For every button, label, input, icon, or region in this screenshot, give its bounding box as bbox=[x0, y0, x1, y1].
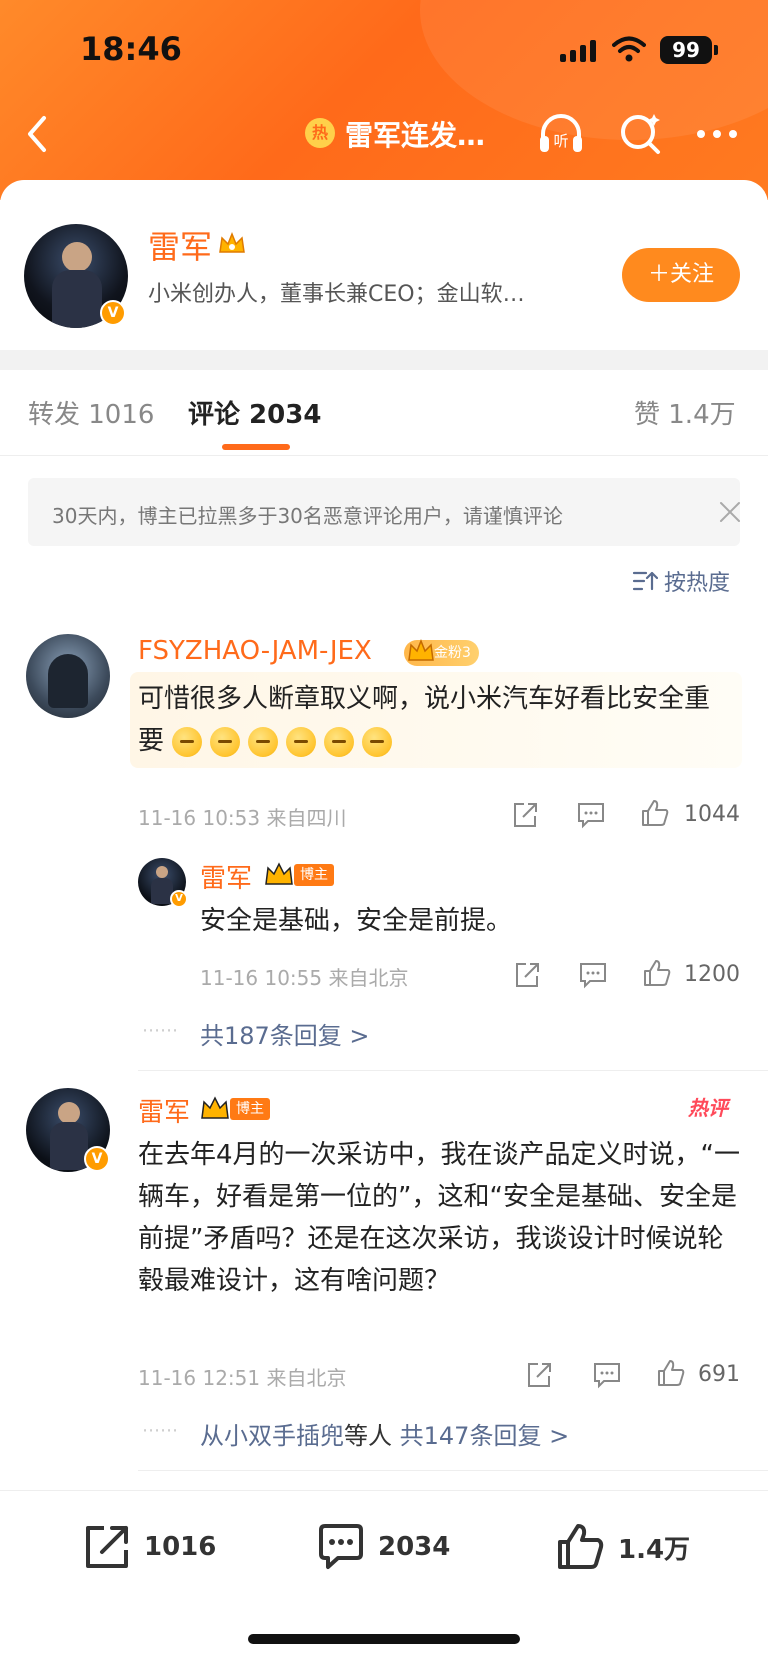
fan-badge-label: 金粉3 bbox=[434, 645, 471, 661]
verified-badge: V bbox=[170, 890, 188, 908]
search-icon[interactable] bbox=[616, 108, 664, 158]
reply-from-suffix: 等人 bbox=[344, 1422, 392, 1450]
hot-badge: 热 bbox=[305, 118, 335, 148]
tab-likes[interactable]: 赞 1.4万 bbox=[634, 394, 736, 431]
comment-icon[interactable] bbox=[578, 960, 608, 990]
more-replies-count[interactable]: 共147条回复 > bbox=[400, 1422, 570, 1450]
like-count: 1044 bbox=[684, 802, 740, 827]
owner-badge: 博主 bbox=[200, 1096, 270, 1122]
thinking-emoji-icons bbox=[172, 726, 400, 757]
svg-text:听: 听 bbox=[553, 132, 568, 150]
like-icon[interactable] bbox=[656, 1358, 686, 1388]
tab-reposts[interactable]: 转发 1016 bbox=[28, 394, 154, 431]
author-name[interactable]: 雷军 bbox=[148, 222, 212, 268]
reply-text: 安全是基础，安全是前提。 bbox=[200, 906, 513, 936]
crown-icon bbox=[408, 638, 434, 661]
comment-icon[interactable] bbox=[576, 800, 606, 830]
comment-time: 11-16 10:53 bbox=[138, 806, 261, 830]
sort-button[interactable]: 按热度 bbox=[632, 566, 730, 596]
like-icon[interactable] bbox=[642, 958, 672, 988]
reply-time: 11-16 10:55 bbox=[200, 966, 323, 990]
reply-like-count: 1200 bbox=[684, 962, 740, 987]
like-icon[interactable] bbox=[640, 798, 670, 828]
more-replies-link[interactable]: 从小双手插兜等人 共147条回复 > bbox=[200, 1416, 569, 1451]
comment-icon bbox=[319, 1524, 363, 1569]
share-icon[interactable] bbox=[510, 800, 540, 830]
owner-badge-label: 博主 bbox=[230, 1098, 270, 1120]
home-indicator bbox=[248, 1634, 520, 1644]
verified-badge: V bbox=[84, 1146, 110, 1172]
comment-meta: 11-16 12:51 来自北京 bbox=[138, 1362, 346, 1391]
section-divider bbox=[0, 350, 768, 370]
cellular-signal-icon bbox=[560, 38, 596, 62]
crown-icon bbox=[201, 1096, 229, 1119]
owner-badge: 博主 bbox=[264, 862, 334, 888]
crown-icon bbox=[265, 862, 293, 885]
author-description: 小米创办人，董事长兼CEO；金山软… bbox=[148, 282, 525, 307]
comment-time: 11-16 12:51 bbox=[138, 1366, 261, 1390]
reply-author-name[interactable]: 雷军 bbox=[200, 858, 252, 895]
like-button[interactable]: 1.4万 bbox=[556, 1517, 690, 1577]
notice-banner: 30天内，博主已拉黑多于30名恶意评论用户，请谨慎评论 bbox=[28, 478, 740, 546]
close-icon[interactable] bbox=[718, 500, 742, 524]
notice-text: 30天内，博主已拉黑多于30名恶意评论用户，请谨慎评论 bbox=[52, 504, 563, 528]
share-icon[interactable] bbox=[524, 1360, 554, 1390]
comment-divider bbox=[138, 1470, 768, 1471]
battery-icon: 99 bbox=[660, 36, 718, 64]
active-tab-indicator bbox=[222, 444, 290, 450]
back-icon[interactable] bbox=[18, 112, 58, 156]
reply-from-user[interactable]: 从小双手插兜 bbox=[200, 1422, 344, 1450]
like-total: 1.4万 bbox=[618, 1534, 691, 1565]
reply-meta: 11-16 10:55 来自北京 bbox=[200, 962, 408, 991]
like-icon bbox=[558, 1524, 604, 1569]
verified-badge: V bbox=[100, 300, 126, 326]
repost-icon bbox=[86, 1526, 128, 1568]
comment-icon[interactable] bbox=[592, 1360, 622, 1390]
status-time: 18:46 bbox=[80, 30, 182, 68]
like-count: 691 bbox=[698, 1362, 740, 1387]
more-replies-link[interactable]: 共187条回复 > bbox=[200, 1016, 370, 1051]
comment-location: 来自北京 bbox=[266, 1366, 347, 1390]
dots-icon: ⋯⋯ bbox=[142, 1420, 178, 1441]
tab-comments[interactable]: 评论 2034 bbox=[188, 394, 321, 431]
nav-title[interactable]: 雷军连发… bbox=[345, 114, 485, 154]
comment-meta: 11-16 10:53 来自四川 bbox=[138, 802, 346, 831]
commenter-name[interactable]: FSYZHAO-JAM-JEX bbox=[138, 636, 372, 666]
fan-level-badge: 金粉3 bbox=[404, 638, 479, 666]
comment-button[interactable]: 2034 bbox=[316, 1517, 450, 1577]
repost-count: 1016 bbox=[144, 1532, 217, 1562]
wifi-icon bbox=[612, 36, 646, 62]
comment-text: 在去年4月的一次采访中，我在谈产品定义时说，“一辆车，好看是第一位的”，这和“安… bbox=[138, 1140, 741, 1296]
comment-location: 来自四川 bbox=[266, 806, 347, 830]
owner-badge-label: 博主 bbox=[294, 864, 334, 886]
more-icon[interactable] bbox=[692, 114, 742, 154]
sort-icon bbox=[632, 571, 658, 591]
listen-icon[interactable]: 听 bbox=[535, 108, 587, 158]
repost-button[interactable]: 1016 bbox=[82, 1517, 216, 1577]
tab-bar: 转发 1016 评论 2034 赞 1.4万 bbox=[0, 370, 768, 456]
dots-icon: ⋯⋯ bbox=[142, 1020, 178, 1041]
header: 18:46 99 热 雷军连发… 听 bbox=[0, 0, 768, 200]
sort-label: 按热度 bbox=[664, 571, 731, 596]
author-profile[interactable]: V 雷军 小米创办人，董事长兼CEO；金山软… ＋关注 bbox=[0, 200, 768, 350]
crown-icon bbox=[219, 231, 245, 253]
comment-count: 2034 bbox=[378, 1532, 451, 1562]
share-icon[interactable] bbox=[512, 960, 542, 990]
commenter-avatar[interactable] bbox=[26, 634, 110, 718]
commenter-name[interactable]: 雷军 bbox=[138, 1092, 190, 1129]
comment-divider bbox=[138, 1070, 768, 1071]
nav-bar: 热 雷军连发… 听 bbox=[0, 100, 768, 170]
hot-comment-tag: 热评 bbox=[688, 1096, 728, 1120]
reply-location: 来自北京 bbox=[328, 966, 409, 990]
status-bar: 18:46 99 bbox=[0, 0, 768, 100]
follow-button[interactable]: ＋关注 bbox=[622, 248, 740, 302]
comment-text: 可惜很多人断章取义啊，说小米汽车好看比安全重要 bbox=[138, 678, 728, 762]
